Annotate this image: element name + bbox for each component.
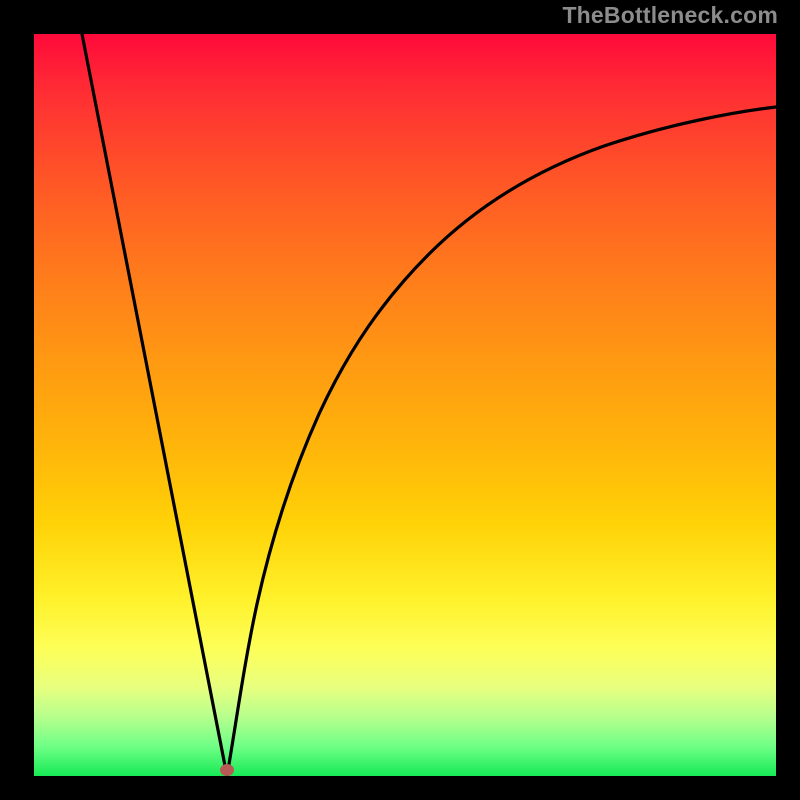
plot-area: [34, 34, 776, 776]
chart-frame: TheBottleneck.com: [0, 0, 800, 800]
bottleneck-curve: [34, 34, 776, 776]
watermark-text: TheBottleneck.com: [562, 2, 778, 29]
minimum-marker: [220, 764, 234, 776]
curve-left-branch: [82, 34, 227, 776]
curve-right-branch: [227, 107, 776, 776]
